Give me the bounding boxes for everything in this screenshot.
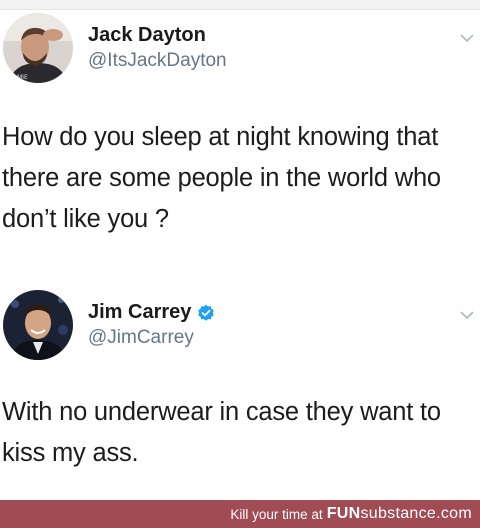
chevron-down-icon[interactable] [460,33,474,43]
display-name-text[interactable]: Jack Dayton [88,24,206,47]
tweet-jim-carrey: Jim Carrey @JimCarrey With no underwear … [0,260,480,500]
user-handle[interactable]: @JimCarrey [88,327,194,349]
avatar[interactable]: MIE [3,13,73,83]
watermark-footer: Kill your time at FUNsubstance.com [0,500,480,528]
display-name[interactable]: Jack Dayton [88,24,206,47]
svg-text:MIE: MIE [17,74,28,81]
avatar-image: MIE [3,13,73,83]
site-name: FUNsubstance.com [327,505,472,523]
site-name-bold: FUN [326,505,361,522]
site-name-rest: substance.com [360,505,472,522]
footer-caption: Kill your time at [230,506,323,522]
avatar[interactable] [3,290,73,360]
verified-badge-icon [198,304,215,321]
tweet-jack-dayton: MIE Jack Dayton @ItsJackDayton How do yo… [0,0,480,260]
user-handle[interactable]: @ItsJackDayton [88,50,227,72]
display-name[interactable]: Jim Carrey [88,301,215,324]
tweet-text: With no underwear in case they want to k… [2,398,441,467]
chevron-down-icon[interactable] [460,310,474,320]
display-name-text[interactable]: Jim Carrey [88,301,191,324]
tweet-text: How do you sleep at night knowing that t… [2,123,441,233]
avatar-image [3,290,73,360]
